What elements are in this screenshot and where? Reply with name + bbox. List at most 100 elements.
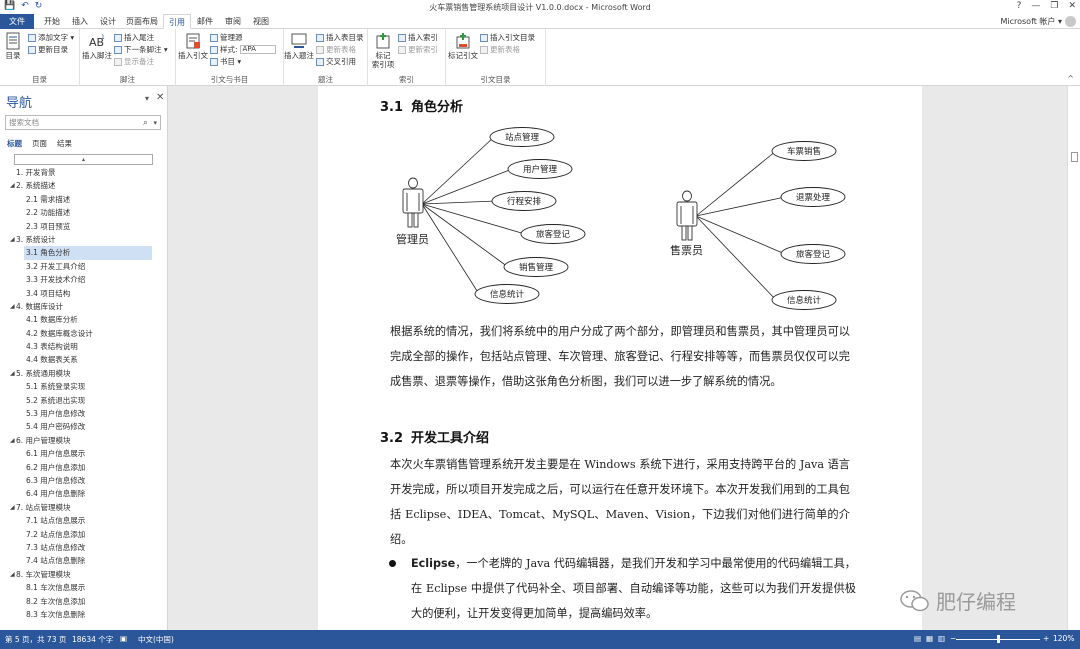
collapse-ribbon-button[interactable]: ^ [1067, 74, 1074, 83]
update-index-button[interactable]: 更新索引 [398, 44, 438, 55]
tab-review[interactable]: 审阅 [219, 14, 247, 29]
toc-button[interactable]: 目录 [2, 32, 24, 60]
close-button[interactable]: ✕ [1068, 1, 1076, 11]
nav-heading-item[interactable]: 4.1 数据库分析 [0, 313, 167, 326]
nav-heading-item[interactable]: 6.4 用户信息删除 [0, 487, 167, 500]
nav-heading-item[interactable]: 3.3 开发技术介绍 [0, 273, 167, 286]
nav-heading-item[interactable]: 5.1 系统登录实现 [0, 380, 167, 393]
style-select[interactable]: 样式: APA [210, 44, 276, 55]
nav-heading-item[interactable]: 8.3 车次信息删除 [0, 608, 167, 621]
tab-references[interactable]: 引用 [163, 14, 191, 29]
nav-heading-item[interactable]: 7.2 站点信息添加 [0, 528, 167, 541]
proofing-icon[interactable]: ▣ [120, 634, 127, 643]
add-text-button[interactable]: 添加文字 ▾ [28, 32, 74, 43]
expand-triangle-icon[interactable]: ◢ [10, 179, 15, 192]
nav-heading-item[interactable]: 5.3 用户信息修改 [0, 407, 167, 420]
nav-heading-item[interactable]: 5.2 系统退出实现 [0, 394, 167, 407]
tab-mailings[interactable]: 邮件 [191, 14, 219, 29]
insert-endnote-button[interactable]: 插入尾注 [114, 32, 154, 43]
account-menu[interactable]: Microsoft 帐户 ▾ [1000, 16, 1062, 27]
nav-heading-item[interactable]: 2.2 功能描述 [0, 206, 167, 219]
nav-heading-item[interactable]: 7.4 站点信息删除 [0, 554, 167, 567]
scroll-thumb[interactable] [1071, 152, 1078, 162]
nav-heading-item[interactable]: ◢ 8. 车次管理模块 [0, 568, 167, 581]
search-input[interactable]: 搜索文档 ⌕ ▾ [5, 115, 161, 130]
page-count[interactable]: 第 5 页，共 73 页 [5, 634, 66, 645]
nav-heading-item[interactable]: ◢ 7. 站点管理模块 [0, 501, 167, 514]
nav-heading-item[interactable]: 3.4 项目结构 [0, 287, 167, 300]
tab-view[interactable]: 视图 [247, 14, 275, 29]
update-table-button[interactable]: 更新表格 [316, 44, 356, 55]
tab-file[interactable]: 文件 [0, 14, 34, 29]
nav-heading-item[interactable]: 6.2 用户信息添加 [0, 461, 167, 474]
zoom-slider-thumb[interactable] [997, 635, 1000, 643]
bibliography-button[interactable]: 书目 ▾ [210, 56, 241, 67]
tab-layout[interactable]: 页面布局 [122, 14, 162, 29]
tab-pages[interactable]: 页面 [32, 138, 47, 149]
zoom-level[interactable]: 120% [1053, 634, 1074, 643]
minimize-button[interactable]: — [1031, 1, 1040, 11]
update-toa-button[interactable]: 更新表格 [480, 44, 520, 55]
nav-heading-item[interactable]: 4.3 表结构说明 [0, 340, 167, 353]
expand-triangle-icon[interactable]: ◢ [10, 367, 15, 380]
expand-triangle-icon[interactable]: ◢ [10, 434, 15, 447]
nav-heading-item[interactable]: 3.1 角色分析 [24, 246, 152, 260]
chevron-down-icon[interactable]: ▾ [153, 117, 157, 130]
help-button[interactable]: ? [1017, 1, 1022, 11]
nav-heading-item[interactable]: 3.2 开发工具介绍 [0, 260, 167, 273]
nav-heading-item[interactable]: 8.1 车次信息展示 [0, 581, 167, 594]
show-notes-button[interactable]: 显示备注 [114, 56, 154, 67]
nav-heading-item[interactable]: ◢ 6. 用户管理模块 [0, 434, 167, 447]
web-layout-icon[interactable]: ▥ [938, 634, 945, 643]
expand-triangle-icon[interactable]: ◢ [10, 568, 15, 581]
insert-index-button[interactable]: 插入索引 [398, 32, 438, 43]
expand-triangle-icon[interactable]: ◢ [10, 233, 15, 246]
nav-heading-item[interactable]: 6.3 用户信息修改 [0, 474, 167, 487]
tab-insert[interactable]: 插入 [66, 14, 94, 29]
vertical-scrollbar[interactable] [1067, 86, 1080, 630]
nav-heading-item[interactable]: ◢ 5. 系统通用模块 [0, 367, 167, 380]
nav-heading-item[interactable]: 8.2 车次信息添加 [0, 595, 167, 608]
tab-design[interactable]: 设计 [94, 14, 122, 29]
insert-toa-button[interactable]: 插入引文目录 [480, 32, 535, 43]
nav-heading-item[interactable]: 4.4 数据表关系 [0, 353, 167, 366]
nav-heading-item[interactable]: 7.1 站点信息展示 [0, 514, 167, 527]
expand-triangle-icon[interactable]: ◢ [10, 501, 15, 514]
nav-heading-item[interactable]: 2.1 需求描述 [0, 193, 167, 206]
tab-results[interactable]: 结果 [57, 138, 72, 149]
insert-table-of-figures-button[interactable]: 插入表目录 [316, 32, 364, 43]
nav-heading-item[interactable]: ◢ 4. 数据库设计 [0, 300, 167, 313]
nav-close-button[interactable]: ✕ [156, 92, 164, 103]
nav-heading-item[interactable]: 7.3 站点信息修改 [0, 541, 167, 554]
nav-heading-item[interactable]: 5.4 用户密码修改 [0, 420, 167, 433]
nav-heading-item[interactable]: 4.2 数据库概念设计 [0, 327, 167, 340]
document-page[interactable]: 3.1 角色分析 管理员 售票员 站点管理 用户管理 行程安排 旅客登记 销售管… [318, 86, 922, 630]
insert-footnote-button[interactable]: AB 1 插入脚注 [82, 32, 112, 60]
avatar[interactable] [1065, 16, 1076, 27]
nav-heading-item[interactable]: ◢ 3. 系统设计 [0, 233, 167, 246]
tab-headings[interactable]: 标题 [7, 138, 22, 149]
mark-entry-button[interactable]: 标记 索引项 [370, 32, 396, 69]
word-count[interactable]: 18634 个字 [72, 634, 113, 645]
mark-citation-button[interactable]: 标记引文 [446, 32, 480, 60]
nav-heading-item[interactable]: ◢ 2. 系统描述 [0, 179, 167, 192]
tab-home[interactable]: 开始 [38, 14, 66, 29]
collapse-all-headings[interactable]: ▴ [14, 154, 153, 165]
insert-caption-button[interactable]: 插入题注 [284, 32, 314, 60]
insert-citation-button[interactable]: 插入引文 [178, 32, 208, 60]
nav-heading-item[interactable]: 6.1 用户信息展示 [0, 447, 167, 460]
update-toc-button[interactable]: 更新目录 [28, 44, 68, 55]
language[interactable]: 中文(中国) [138, 634, 174, 645]
nav-heading-item[interactable]: 2.3 项目预览 [0, 220, 167, 233]
zoom-in-button[interactable]: + [1043, 634, 1049, 643]
restore-button[interactable]: ❐ [1050, 1, 1058, 11]
manage-sources-button[interactable]: 管理源 [210, 32, 243, 43]
nav-options-button[interactable]: ▾ [145, 94, 149, 103]
nav-heading-item[interactable]: 1. 开发背景 [0, 166, 167, 179]
cross-reference-button[interactable]: 交叉引用 [316, 56, 356, 67]
expand-triangle-icon[interactable]: ◢ [10, 300, 15, 313]
search-icon[interactable]: ⌕ [143, 117, 148, 130]
next-footnote-button[interactable]: 下一条脚注 ▾ [114, 44, 168, 55]
print-layout-icon[interactable]: ▦ [926, 634, 933, 643]
read-mode-icon[interactable]: ▤ [914, 634, 921, 643]
